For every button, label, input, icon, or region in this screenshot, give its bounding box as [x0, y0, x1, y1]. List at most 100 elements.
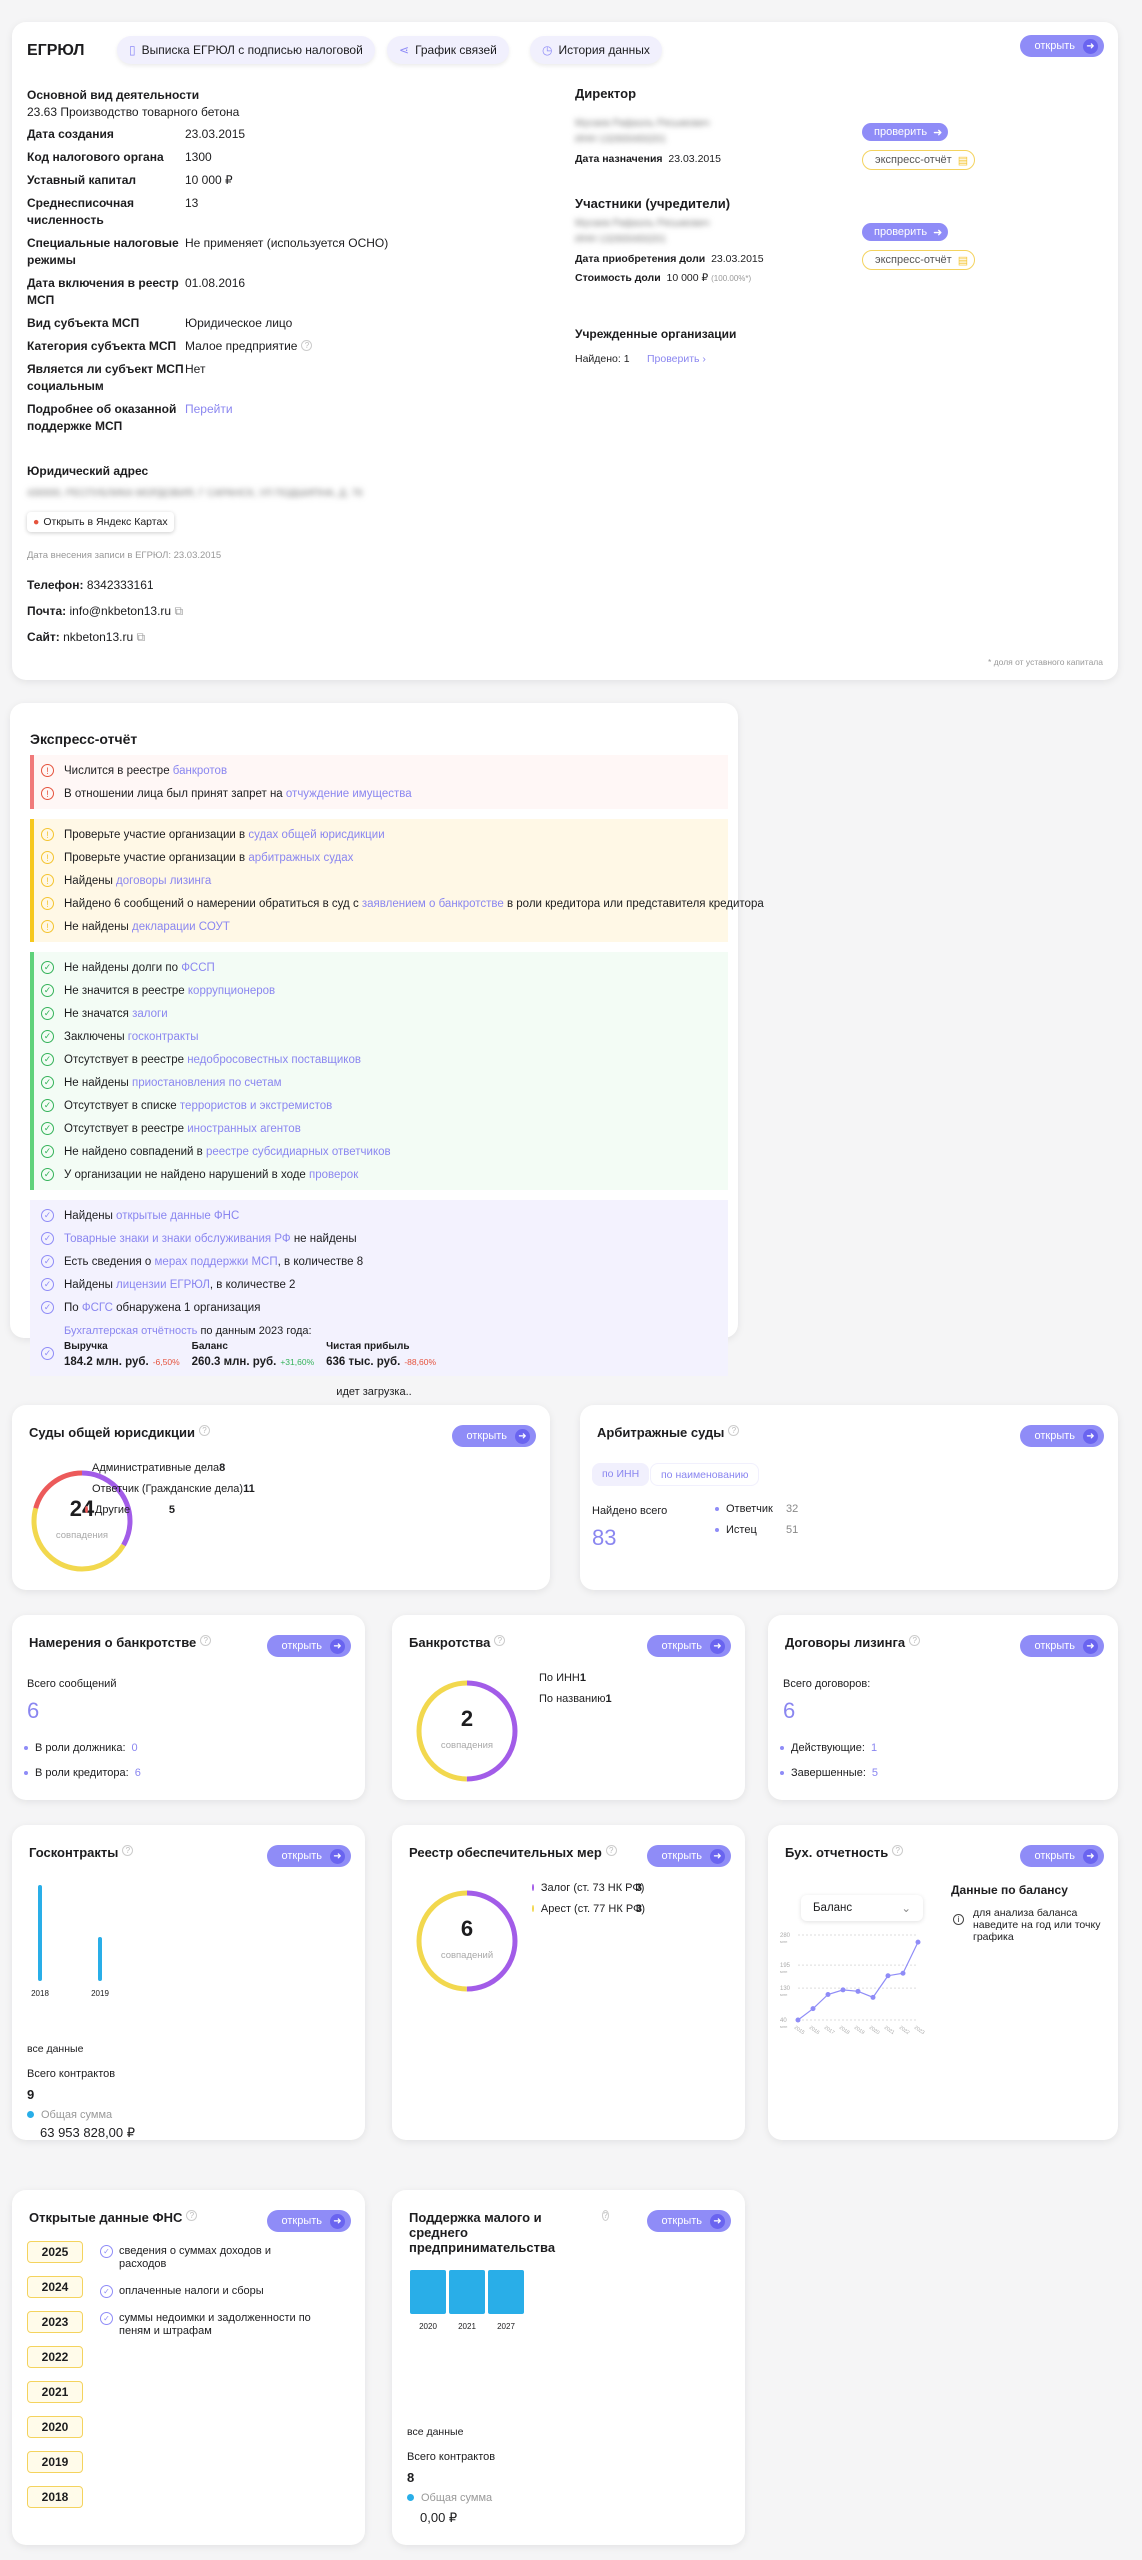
founder-express-button[interactable]: экспресс-отчёт ▤ [862, 250, 976, 270]
email-value[interactable]: info@nkbeton13.ru [70, 604, 172, 618]
help-icon[interactable]: ? [200, 1635, 212, 1646]
item-link[interactable]: проверок [309, 1169, 358, 1181]
open-button[interactable]: открыть ➜ [452, 1425, 536, 1447]
item-link[interactable]: Товарные знаки и знаки обслуживания РФ [64, 1233, 291, 1245]
open-button[interactable]: открыть ➜ [1020, 1635, 1104, 1657]
item-link[interactable]: лицензии ЕГРЮЛ [116, 1279, 210, 1291]
data-point[interactable] [825, 1992, 831, 1997]
data-point[interactable] [885, 1973, 891, 1979]
help-icon[interactable]: ? [199, 1425, 211, 1436]
help-icon[interactable]: ? [494, 1635, 506, 1646]
help-icon[interactable]: ? [728, 1425, 740, 1436]
open-button[interactable]: открыть ➜ [647, 1635, 731, 1657]
item-link[interactable]: декларации СОУТ [132, 921, 230, 933]
x-tick-label[interactable]: 2021 [883, 2025, 896, 2035]
bar[interactable] [488, 2270, 524, 2314]
arrow-right-icon: ➜ [330, 1848, 345, 1864]
director-check-button[interactable]: проверить ➜ [862, 123, 949, 141]
help-icon[interactable]: ? [186, 2210, 198, 2221]
x-tick-label[interactable]: 2015 [793, 2025, 806, 2035]
data-point[interactable] [795, 2017, 801, 2023]
open-button[interactable]: открыть ➜ [647, 1845, 731, 1867]
site-value[interactable]: nkbeton13.ru [63, 630, 133, 644]
open-button[interactable]: открыть ➜ [1020, 35, 1104, 57]
x-tick-label[interactable]: 2023 [913, 2025, 926, 2035]
bar[interactable] [38, 1885, 42, 1981]
open-button[interactable]: открыть ➜ [267, 1635, 351, 1657]
year-chip[interactable]: 2025 [27, 2241, 83, 2263]
item-link[interactable]: реестре субсидиарных ответчиков [206, 1146, 391, 1158]
field-value[interactable]: Перейти [185, 401, 233, 435]
item-link[interactable]: коррупционеров [188, 985, 275, 997]
year-chip[interactable]: 2023 [27, 2311, 83, 2333]
item-link[interactable]: недобросовестных поставщиков [187, 1054, 361, 1066]
help-icon[interactable]: ? [605, 1845, 617, 1856]
year-chip[interactable]: 2024 [27, 2276, 83, 2298]
all-data-link[interactable]: все данные [407, 2426, 463, 2438]
data-point[interactable] [840, 1987, 846, 1993]
copy-icon[interactable]: ⧉ [137, 630, 146, 644]
item-link[interactable]: арбитражных судах [248, 852, 353, 864]
help-icon[interactable]: ? [122, 1845, 134, 1856]
item-link[interactable]: мерах поддержки МСП [155, 1256, 278, 1268]
director-express-button[interactable]: экспресс-отчёт ▤ [862, 150, 976, 170]
fin-link[interactable]: Бухгалтерская отчётность [64, 1325, 197, 1337]
item-link[interactable]: заявлением о банкротстве [362, 898, 504, 910]
x-tick-label[interactable]: 2016 [808, 2025, 821, 2035]
x-tick-label[interactable]: 2019 [853, 2025, 866, 2035]
bar[interactable] [449, 2270, 485, 2314]
item-link[interactable]: приостановления по счетам [132, 1077, 282, 1089]
metric-select[interactable]: Баланс ⌄ [801, 1895, 923, 1921]
egrul-extract-button[interactable]: ▯ Выписка ЕГРЮЛ с подписью налоговой [117, 36, 375, 64]
yandex-maps-button[interactable]: ● Открыть в Яндекс Картах [27, 512, 174, 532]
item-text: Не найдены [64, 920, 132, 933]
x-tick-label[interactable]: 2017 [823, 2025, 836, 2035]
item-link[interactable]: иностранных агентов [187, 1123, 301, 1135]
year-chip[interactable]: 2019 [27, 2451, 83, 2473]
help-icon[interactable]: ? [301, 340, 313, 351]
data-point[interactable] [900, 1970, 906, 1976]
data-point[interactable] [810, 2006, 816, 2012]
check-circle-icon: ✓ [41, 1255, 54, 1268]
x-tick-label[interactable]: 2022 [898, 2025, 911, 2035]
tab-by-inn[interactable]: по ИНН [592, 1463, 650, 1486]
help-icon[interactable]: ? [909, 1635, 921, 1646]
item-link[interactable]: ФСГС [82, 1302, 113, 1314]
item-link[interactable]: ФССП [181, 962, 215, 974]
x-tick-label[interactable]: 2018 [838, 2025, 851, 2035]
open-button[interactable]: открыть ➜ [1020, 1845, 1104, 1867]
graph-button[interactable]: ⋖ График связей [387, 36, 509, 64]
fin-columns: Выручка 184.2 млн. руб. -6,50% Баланс 260.3 … [64, 1341, 728, 1368]
data-point[interactable] [870, 1994, 876, 2000]
copy-icon[interactable]: ⧉ [174, 604, 183, 618]
year-chip[interactable]: 2020 [27, 2416, 83, 2438]
open-button[interactable]: открыть ➜ [1020, 1425, 1104, 1447]
bar[interactable] [98, 1936, 102, 1981]
open-button[interactable]: открыть ➜ [267, 2210, 351, 2232]
data-point[interactable] [855, 1988, 861, 1994]
orgs-check-link[interactable]: Проверить › [647, 353, 706, 365]
item-link[interactable]: залоги [132, 1008, 168, 1020]
all-data-link[interactable]: все данные [27, 2043, 83, 2055]
x-tick-label[interactable]: 2020 [868, 2025, 881, 2035]
founder-check-button[interactable]: проверить ➜ [862, 223, 949, 241]
tab-by-name[interactable]: по наименованию [650, 1463, 760, 1486]
open-button[interactable]: открыть ➜ [267, 1845, 351, 1867]
year-chip[interactable]: 2022 [27, 2346, 83, 2368]
open-button[interactable]: открыть ➜ [647, 2210, 731, 2232]
help-icon[interactable]: ? [602, 2210, 609, 2221]
help-icon[interactable]: ? [892, 1845, 904, 1856]
data-point[interactable] [915, 1939, 921, 1945]
bar[interactable] [410, 2270, 446, 2314]
item-link[interactable]: террористов и экстремистов [180, 1100, 332, 1112]
item-link[interactable]: открытые данные ФНС [116, 1210, 239, 1222]
history-button[interactable]: ◷ История данных [530, 36, 662, 64]
year-chip[interactable]: 2021 [27, 2381, 83, 2403]
item-link[interactable]: договоры лизинга [116, 875, 211, 887]
item-link[interactable]: банкротов [173, 765, 227, 777]
item-link[interactable]: госконтракты [128, 1031, 199, 1043]
item-link[interactable]: отчуждение имущества [286, 788, 412, 800]
item-link[interactable]: судах общей юрисдикции [248, 829, 384, 841]
security-donut: 6 совпадений [412, 1886, 522, 1999]
year-chip[interactable]: 2018 [27, 2486, 83, 2508]
